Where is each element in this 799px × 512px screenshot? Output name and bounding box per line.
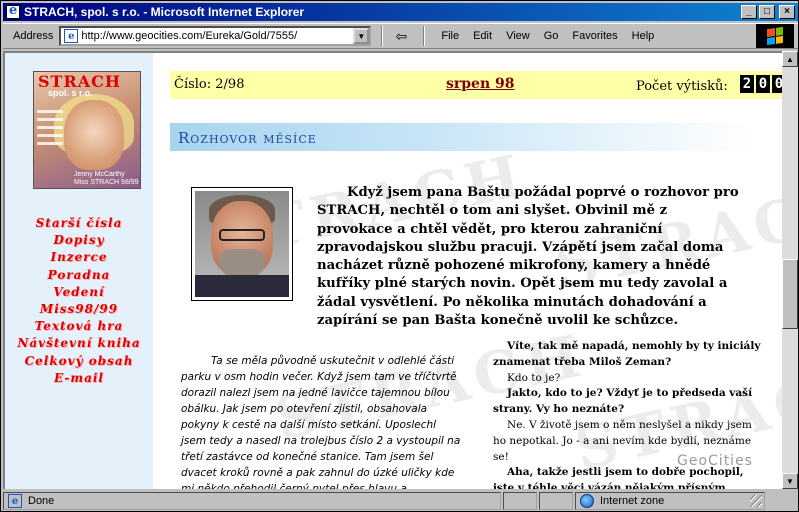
vertical-scrollbar[interactable]: ▲ ▼: [782, 51, 798, 489]
sidebar: STRACH spol. s r.o. Jenny McCarthy Miss …: [5, 53, 153, 489]
menu-favorites[interactable]: Favorites: [572, 30, 617, 42]
menu-edit[interactable]: Edit: [473, 30, 492, 42]
status-panel-zone: Internet zone: [575, 492, 765, 510]
address-toolbar: Address e http://www.geocities.com/Eurek…: [3, 23, 798, 49]
page-done-icon: e: [8, 494, 22, 508]
counter-digit: 0: [756, 75, 770, 93]
page-viewport[interactable]: STRACH spol. s r.o. Jenny McCarthy Miss …: [3, 51, 782, 489]
counter-digit: 0: [772, 75, 782, 93]
scroll-down-icon[interactable]: ▼: [782, 473, 798, 489]
address-field[interactable]: e http://www.geocities.com/Eureka/Gold/7…: [59, 26, 372, 46]
nav-link-inzerce[interactable]: Inzerce: [5, 249, 153, 266]
geocities-logo: GeoCities: [677, 453, 753, 469]
readers-label: Počet výtisků:: [636, 79, 728, 94]
interviewee-photo: [191, 187, 293, 301]
nav-link-dopisy[interactable]: Dopisy: [5, 232, 153, 249]
status-panel-main: e Done: [3, 492, 501, 510]
menu-view[interactable]: View: [506, 30, 530, 42]
nav-link-email[interactable]: E-mail: [5, 370, 153, 387]
address-label: Address: [13, 30, 54, 42]
cover-subtitle: spol. s r.o.: [48, 88, 93, 98]
interview-question: Jakto, kdo to je? Vždyť je to předseda v…: [493, 387, 753, 416]
status-bar: e Done Internet zone: [3, 491, 798, 511]
article-column-left: Ta se měla původně uskutečnit v odlehlé …: [181, 355, 461, 489]
menu-file[interactable]: File: [441, 30, 459, 42]
address-dropdown-icon[interactable]: ▼: [353, 28, 370, 44]
nav-link-navstevni-kniha[interactable]: Návštevní kniha: [5, 335, 153, 352]
nav-link-textova-hra[interactable]: Textová hra: [5, 318, 153, 335]
interview-answer: Kdo to je?: [507, 371, 561, 384]
visit-counter: 2 0 0 1: [740, 75, 782, 93]
zone-text: Internet zone: [600, 495, 665, 507]
issue-number: Číslo: 2/98: [174, 77, 245, 92]
title-bar[interactable]: STRACH, spol. s r.o. - Microsoft Interne…: [3, 3, 798, 21]
maximize-button[interactable]: □: [759, 5, 775, 19]
magazine-cover-image[interactable]: STRACH spol. s r.o. Jenny McCarthy Miss …: [33, 71, 141, 189]
back-arrow-icon[interactable]: ⇦: [389, 28, 413, 45]
menu-bar: File Edit View Go Favorites Help: [441, 30, 668, 42]
scroll-up-icon[interactable]: ▲: [782, 51, 798, 67]
menu-go[interactable]: Go: [544, 30, 559, 42]
windows-logo-icon: [756, 24, 794, 48]
cover-caption: Jenny McCarthy: [74, 171, 125, 178]
nav-link-vedeni[interactable]: Vedení: [5, 284, 153, 301]
resize-grip-icon[interactable]: [750, 495, 762, 507]
nav-link-poradna[interactable]: Poradna: [5, 267, 153, 284]
toolbar-separator: [381, 26, 384, 46]
cover-text-lines: [37, 110, 63, 150]
status-panel-empty: [539, 492, 573, 510]
issue-info-bar: Číslo: 2/98 srpen 98 Počet výtisků: 2 0 …: [170, 71, 782, 99]
nav-link-celkovy-obsah[interactable]: Celkový obsah: [5, 353, 153, 370]
nav-link-starsi-cisla[interactable]: Starší čísla: [5, 215, 153, 232]
address-url[interactable]: http://www.geocities.com/Eureka/Gold/755…: [81, 30, 297, 42]
menu-help[interactable]: Help: [632, 30, 655, 42]
status-text: Done: [28, 495, 55, 507]
section-header: Rozhovor měsíce: [170, 123, 782, 151]
interview-question: Víte, tak mě napadá, nemohly by ty inici…: [493, 340, 761, 368]
nav-link-miss[interactable]: Miss98/99: [5, 301, 153, 318]
main-content: STRACH STRACH STRACH STRACH Číslo: 2/98 …: [153, 53, 782, 489]
window-title: STRACH, spol. s r.o. - Microsoft Interne…: [24, 5, 305, 19]
cover-caption: Miss STRACH 98/99: [74, 179, 139, 186]
scroll-thumb[interactable]: [782, 259, 798, 329]
globe-icon: [580, 494, 594, 508]
cover-face: [64, 100, 124, 170]
toolbar-separator: [423, 26, 426, 46]
minimize-button[interactable]: _: [741, 5, 757, 19]
counter-digit: 2: [740, 75, 754, 93]
article-intro: Když jsem pana Baštu požádal poprvé o ro…: [317, 185, 739, 329]
section-title: Rozhovor měsíce: [178, 129, 317, 147]
close-button[interactable]: ×: [779, 5, 795, 19]
status-panel-empty: [503, 492, 537, 510]
sidebar-nav: Starší čísla Dopisy Inzerce Poradna Vede…: [5, 215, 153, 387]
browser-window: STRACH, spol. s r.o. - Microsoft Interne…: [0, 0, 799, 512]
page-icon: e: [64, 29, 79, 43]
ie-icon: [6, 3, 20, 19]
month-link[interactable]: srpen 98: [446, 76, 515, 92]
